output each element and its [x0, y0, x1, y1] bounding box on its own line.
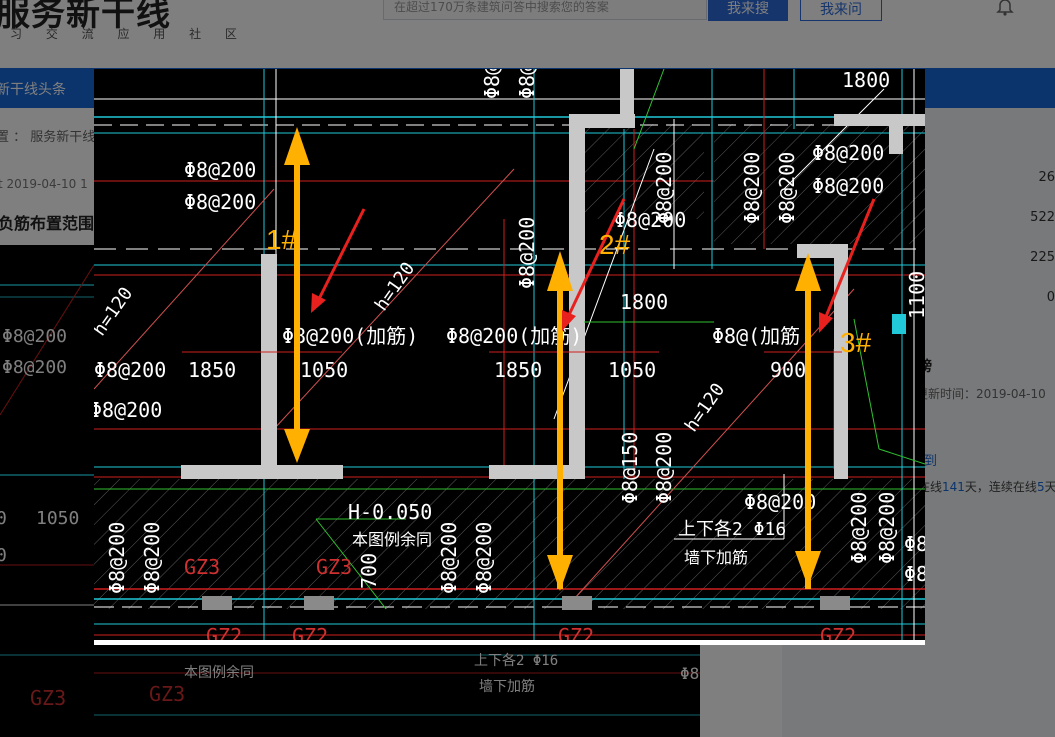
rebar-label: Φ8@200 — [652, 432, 676, 504]
rebar-label: Φ8@200 — [652, 152, 676, 224]
rebar-label: Φ8@200 — [740, 152, 764, 224]
slab-thickness-label: h=120 — [681, 379, 729, 435]
rebar-label: Φ8@200 — [480, 69, 504, 99]
rebar-label: Φ8@200 — [515, 69, 539, 99]
rebar-label: Φ8@200 — [812, 174, 884, 198]
same-note-label: 本图例余同 — [352, 530, 432, 549]
dimension-label: 1050 — [608, 358, 656, 382]
rebar-label: Φ8@200 — [515, 217, 539, 289]
column-label: GZ3 — [184, 555, 220, 579]
rebar-label-150: Φ8@150 — [618, 432, 642, 504]
double-arrow-1 — [284, 127, 310, 463]
drawing-image-viewer[interactable]: Φ8@200 Φ8@200 Φ8@200 Φ8@200 Φ8@200 Φ8@20… — [94, 69, 925, 645]
wall-note-label: 墙下加筋 — [684, 548, 748, 567]
marker-label: 1# — [266, 224, 298, 255]
rebar-label-cut: Φ8 — [904, 532, 925, 556]
dimension-label: 1050 — [300, 358, 348, 382]
rebar-label: Φ8@200 — [94, 358, 166, 382]
rebar-label: Φ8@200 — [105, 522, 129, 594]
marker-label: 2# — [599, 229, 631, 260]
rebar-added-label: Φ8@200(加筋) — [282, 324, 418, 348]
slab-thickness-label: h=120 — [371, 258, 419, 314]
dimension-label: 1850 — [188, 358, 236, 382]
elevation-label: H-0.050 — [348, 500, 432, 524]
pointer-arrow-1 — [316, 208, 366, 302]
rebar-label: Φ8@200 — [812, 141, 884, 165]
dimension-label: 1100 — [905, 271, 925, 319]
rebar-added-label: Φ8@(加筋 — [712, 324, 800, 348]
dimension-label: 1800 — [620, 290, 668, 314]
rebar-label-cut: Φ8 — [904, 562, 925, 586]
marker-label: 3# — [840, 327, 872, 358]
dimension-label: 700 — [357, 553, 381, 589]
rebar-label: Φ8@200 — [875, 492, 899, 564]
rebar-label: Φ8@200 — [775, 152, 799, 224]
dimension-label: 900 — [770, 358, 806, 382]
rebar-label: Φ8@200 — [184, 158, 256, 182]
column-label: GZ3 — [316, 555, 352, 579]
rebar-label: Φ8@200 — [140, 522, 164, 594]
wall-bar-label: 上下各2 Φ16 — [678, 519, 786, 540]
dimension-label: 1800 — [842, 69, 890, 92]
dimension-label: 1850 — [494, 358, 542, 382]
rebar-label: Φ8@200 — [847, 492, 871, 564]
rebar-label: Φ8@200 — [472, 522, 496, 594]
viewer-bottom-border — [94, 640, 925, 645]
slab-thickness-label: h=120 — [94, 283, 137, 339]
rebar-label: Φ8@200 — [184, 190, 256, 214]
rebar-label: Φ8@200 — [94, 398, 162, 422]
rebar-label: Φ8@200 — [437, 522, 461, 594]
pointer-arrow-1-head — [311, 293, 326, 313]
hatched-zone — [574, 124, 704, 219]
